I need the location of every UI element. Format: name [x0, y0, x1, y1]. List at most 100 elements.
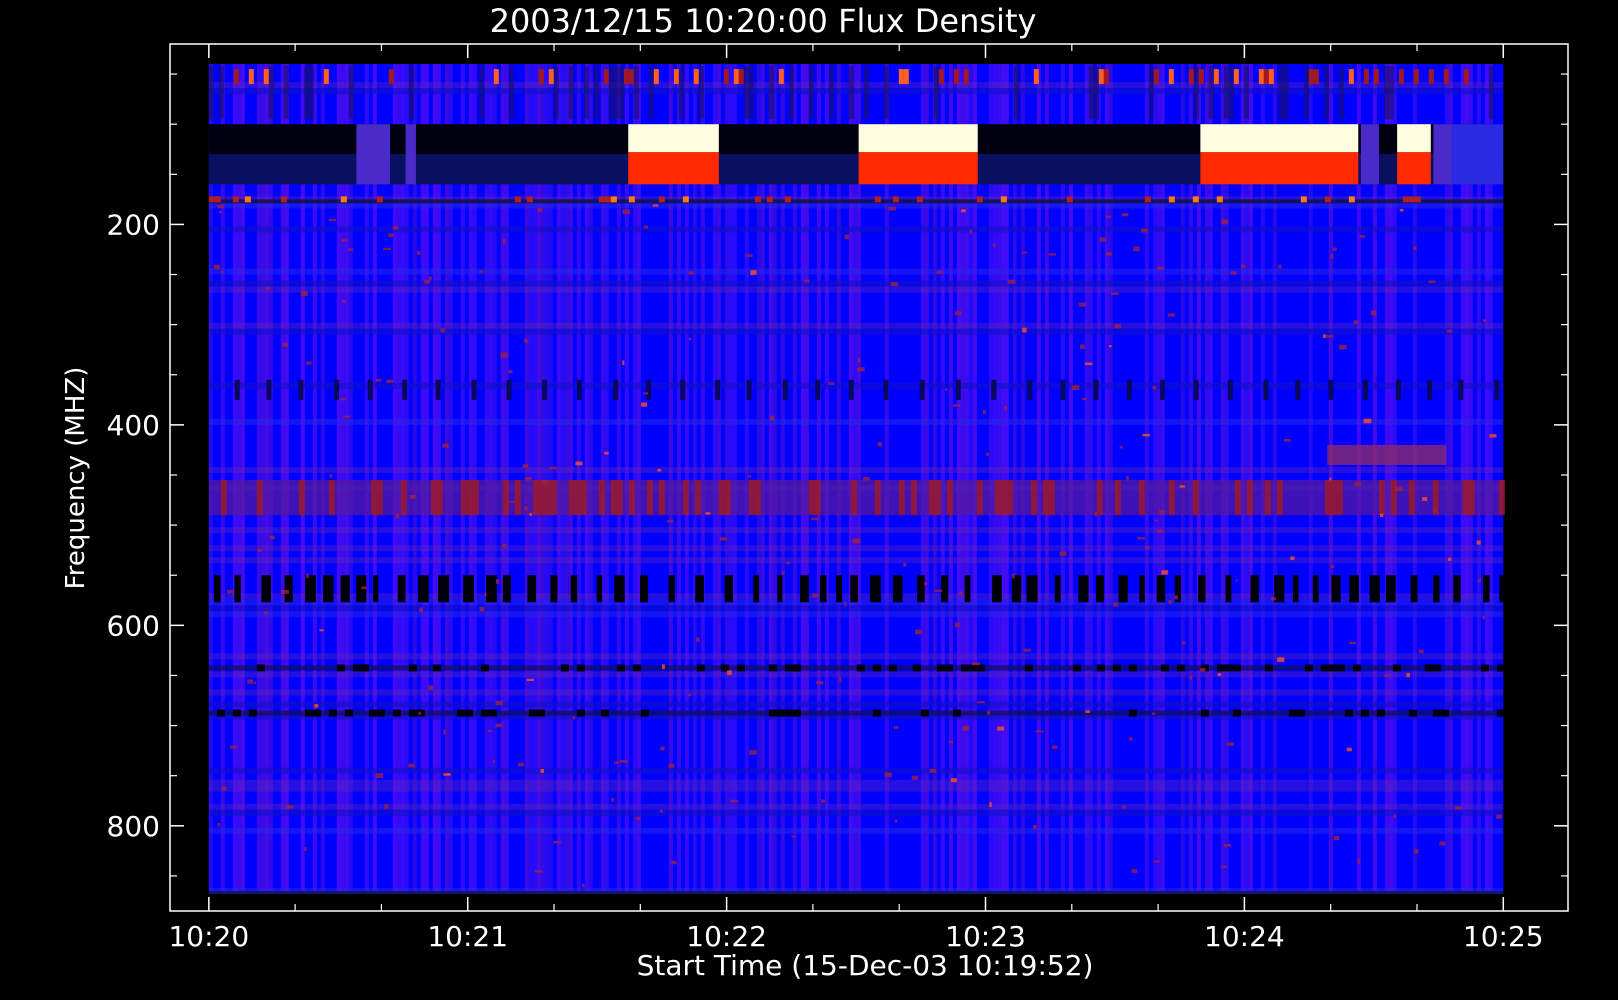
- speckled-line-mark: [784, 664, 793, 672]
- noise-speck: [969, 229, 972, 235]
- heatmap-column: [636, 64, 641, 891]
- noise-speck: [643, 225, 649, 229]
- enhanced-band-speck: [724, 480, 731, 516]
- line-speck: [340, 196, 347, 203]
- top-strip-speck: [1213, 69, 1219, 85]
- heatmap-column: [504, 64, 509, 891]
- noise-speck: [660, 746, 665, 751]
- top-strip-speck: [938, 69, 944, 85]
- noise-speck: [443, 729, 446, 735]
- top-strip-speck: [1103, 69, 1109, 85]
- gap-band-mark: [1078, 575, 1089, 603]
- top-strip-speck: [1313, 69, 1319, 85]
- enhanced-band-speck: [610, 480, 617, 516]
- noise-speck: [705, 512, 711, 515]
- noise-speck: [217, 823, 221, 828]
- speckled-line-mark: [232, 709, 241, 717]
- noise-speck: [1155, 519, 1158, 522]
- enhanced-band-speck: [1096, 480, 1103, 516]
- noise-speck: [1422, 497, 1428, 501]
- periodic-mark: [266, 379, 272, 400]
- heatmap-column: [1088, 64, 1093, 891]
- noise-speck: [492, 759, 495, 764]
- heatmap-column: [1204, 64, 1209, 891]
- noise-speck: [361, 586, 367, 590]
- enhanced-band-speck: [580, 480, 587, 516]
- noise-speck: [395, 513, 400, 519]
- periodic-mark: [715, 379, 721, 400]
- noise-speck: [1354, 481, 1362, 486]
- noise-speck: [1223, 844, 1231, 847]
- quiet-band-gap: [1433, 124, 1452, 185]
- heatmap-column: [1328, 64, 1333, 891]
- line-speck: [1192, 196, 1199, 203]
- heatmap-column: [280, 64, 285, 891]
- noise-speck: [286, 805, 294, 809]
- noise-speck: [269, 535, 275, 540]
- noise-speck: [1071, 385, 1080, 391]
- noise-speck: [329, 474, 333, 478]
- heatmap-column: [1460, 64, 1465, 891]
- speckled-line-mark: [1216, 664, 1225, 672]
- noise-speck: [1271, 597, 1277, 601]
- line-speck: [874, 196, 881, 203]
- heatmap-row: [208, 785, 1504, 792]
- top-strip-speck: [1098, 69, 1104, 85]
- speckled-line-mark: [920, 709, 929, 717]
- line-speck: [658, 196, 665, 203]
- heatmap-column: [1020, 64, 1025, 891]
- speckled-line-mark: [600, 709, 609, 717]
- noise-speck: [945, 388, 948, 391]
- heatmap-row: [208, 809, 1504, 816]
- noise-speck: [495, 723, 503, 728]
- heatmap-column: [852, 64, 857, 891]
- gap-band-mark: [1118, 575, 1128, 603]
- gap-band-mark: [753, 575, 760, 603]
- enhanced-band-speck: [976, 480, 983, 516]
- speckled-line-mark: [528, 709, 537, 717]
- enhanced-band-speck: [1468, 480, 1475, 516]
- noise-speck: [343, 415, 350, 418]
- noise-speck: [1033, 825, 1037, 830]
- gap-band-mark: [214, 575, 221, 603]
- noise-speck: [348, 248, 354, 251]
- noise-speck: [1113, 602, 1119, 607]
- noise-speck: [903, 562, 907, 567]
- noise-speck: [230, 745, 238, 749]
- noise-speck: [1059, 551, 1067, 556]
- heatmap-row: [208, 280, 1504, 287]
- noise-speck: [479, 606, 485, 612]
- noise-speck: [959, 591, 963, 595]
- x-tick-label: 10:21: [427, 920, 508, 953]
- top-strip-dark: [648, 66, 654, 120]
- speckled-line-mark: [696, 664, 705, 672]
- periodic-mark: [991, 379, 997, 400]
- noise-speck: [894, 819, 898, 823]
- enhanced-band-speck: [1330, 480, 1337, 516]
- burst-red: [858, 152, 978, 185]
- noise-speck: [749, 750, 757, 755]
- periodic-mark: [1427, 379, 1433, 400]
- noise-speck: [982, 410, 986, 414]
- gap-band-mark: [1139, 575, 1145, 603]
- speckled-line-mark: [344, 709, 353, 717]
- speckled-line-mark: [408, 709, 417, 717]
- enhanced-band-speck: [748, 480, 755, 516]
- noise-speck: [745, 254, 753, 258]
- heatmap-column: [728, 64, 733, 891]
- top-strip-dark: [1243, 66, 1249, 120]
- top-strip-dark: [788, 66, 794, 120]
- noise-speck: [1399, 209, 1404, 212]
- speckled-line-mark: [632, 664, 641, 672]
- heatmap-column: [1156, 64, 1161, 891]
- top-strip-dark: [408, 66, 414, 120]
- noise-speck: [1189, 675, 1193, 680]
- noise-speck: [1383, 674, 1391, 677]
- heatmap-column: [632, 64, 637, 891]
- top-strip-dark: [1093, 66, 1099, 120]
- enhanced-band-speck: [1276, 480, 1283, 516]
- line-speck: [526, 196, 533, 203]
- noise-speck: [961, 209, 966, 213]
- noise-speck: [1084, 362, 1093, 366]
- noise-speck: [936, 270, 943, 275]
